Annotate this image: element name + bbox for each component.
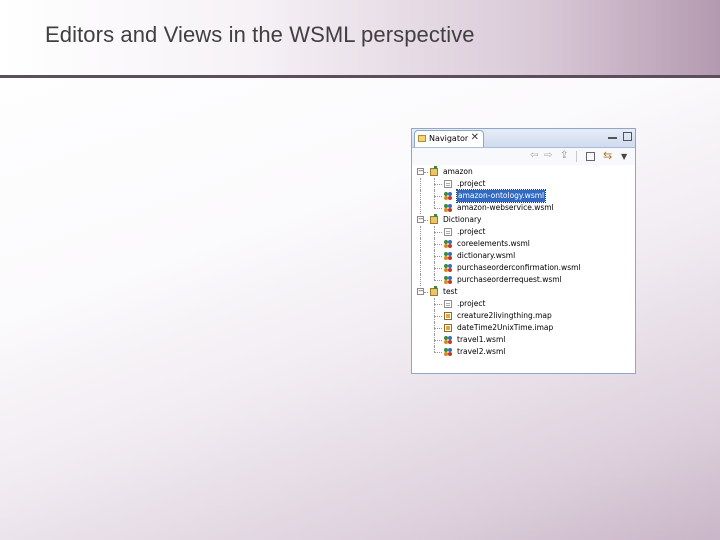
tree-file-row[interactable]: purchaseorderrequest.wsml: [412, 274, 635, 286]
wsml-file-icon: [444, 348, 452, 356]
tree-connector: [420, 262, 421, 274]
tree-connector: [420, 226, 421, 238]
project-folder-icon: [430, 286, 438, 296]
wsml-file-icon: [444, 336, 452, 344]
tree-connector: [434, 268, 442, 269]
tree-file-row[interactable]: .project: [412, 178, 635, 190]
toolbar-separator: [576, 151, 577, 162]
tree-file-label: coreelements.wsml: [457, 239, 530, 248]
tree-connector: [434, 196, 442, 197]
wsml-file-icon: [444, 276, 452, 284]
tree-collapse-toggle-icon[interactable]: −: [417, 216, 424, 223]
tree-connector: [434, 340, 442, 341]
tree-connector: [424, 220, 428, 221]
tree-connector: [420, 274, 421, 286]
tree-connector: [434, 328, 442, 329]
slide-title: Editors and Views in the WSML perspectiv…: [45, 22, 475, 47]
collapse-all-icon[interactable]: [586, 152, 595, 161]
tree-connector: [434, 352, 442, 353]
tree-file-row[interactable]: dictionary.wsml: [412, 250, 635, 262]
tree-file-row[interactable]: purchaseorderconfirmation.wsml: [412, 262, 635, 274]
file-icon: [444, 300, 452, 308]
tree-file-row[interactable]: .project: [412, 298, 635, 310]
tree-file-label-selected: amazon-ontology.wsml: [455, 189, 547, 203]
tree-connector: [434, 244, 442, 245]
tree-connector: [434, 208, 442, 209]
wsml-file-icon: [444, 192, 452, 200]
tree-project-row[interactable]: − amazon: [412, 166, 635, 178]
project-folder-icon: [430, 214, 438, 224]
tree-connector: [424, 172, 428, 173]
file-icon: [444, 180, 452, 188]
up-folder-icon[interactable]: ⇪: [560, 151, 568, 161]
tree-file-row[interactable]: creature2livingthing.map: [412, 310, 635, 322]
tree-connector: [434, 256, 442, 257]
tree-file-label: travel1.wsml: [457, 335, 506, 344]
tree-project-label: amazon: [443, 167, 473, 176]
navigator-tree: − amazon .project amazon-ontology.wsml amazo…: [412, 166, 635, 358]
tree-project-label: test: [443, 287, 458, 296]
tree-connector: [434, 280, 442, 281]
tree-file-label: purchaseorderrequest.wsml: [457, 275, 562, 284]
tree-file-row[interactable]: coreelements.wsml: [412, 238, 635, 250]
tree-file-label: .project: [457, 227, 486, 236]
file-icon: [444, 228, 452, 236]
project-folder-icon: [430, 166, 438, 176]
tree-project-row[interactable]: − test: [412, 286, 635, 298]
tree-file-row[interactable]: travel2.wsml: [412, 346, 635, 358]
minimize-icon[interactable]: [608, 132, 617, 139]
mapping-file-icon: [444, 312, 452, 320]
title-rule: [0, 75, 720, 78]
tree-file-label: amazon-webservice.wsml: [457, 203, 554, 212]
tree-project-label: Dictionary: [443, 215, 482, 224]
wsml-file-icon: [444, 204, 452, 212]
mapping-file-icon: [444, 324, 452, 332]
tree-file-label: .project: [457, 299, 486, 308]
close-icon[interactable]: ✕: [471, 132, 479, 143]
tree-collapse-toggle-icon[interactable]: −: [417, 288, 424, 295]
tree-file-label: travel2.wsml: [457, 347, 506, 356]
maximize-icon[interactable]: [623, 132, 632, 141]
wsml-file-icon: [444, 264, 452, 272]
wsml-file-icon: [444, 252, 452, 260]
tree-connector: [420, 238, 421, 250]
back-arrow-icon[interactable]: ⇦: [530, 151, 538, 161]
navigator-view[interactable]: Navigator ✕ ⇦ ⇨ ⇪ ⇆ ▼ − amazon .project ama…: [411, 128, 636, 374]
navigator-folder-icon: [418, 135, 426, 142]
view-tab-bar: Navigator ✕: [412, 129, 635, 148]
tree-file-label: creature2livingthing.map: [457, 311, 552, 320]
tree-connector: [420, 178, 421, 190]
tree-file-row[interactable]: dateTime2UnixTime.imap: [412, 322, 635, 334]
tree-file-label: .project: [457, 179, 486, 188]
tree-project-row[interactable]: − Dictionary: [412, 214, 635, 226]
tree-connector: [420, 202, 421, 214]
tree-connector: [424, 292, 428, 293]
tree-file-row[interactable]: travel1.wsml: [412, 334, 635, 346]
tree-file-label: dateTime2UnixTime.imap: [457, 323, 554, 332]
tree-connector: [420, 250, 421, 262]
tab-navigator[interactable]: Navigator ✕: [414, 130, 484, 147]
tree-connector: [434, 232, 442, 233]
tree-file-row[interactable]: .project: [412, 226, 635, 238]
tree-collapse-toggle-icon[interactable]: −: [417, 168, 424, 175]
link-with-editor-icon[interactable]: ⇆: [603, 150, 612, 161]
view-menu-chevron-down-icon[interactable]: ▼: [621, 152, 627, 162]
wsml-file-icon: [444, 240, 452, 248]
tree-file-label: purchaseorderconfirmation.wsml: [457, 263, 581, 272]
view-toolbar: ⇦ ⇨ ⇪ ⇆ ▼: [412, 148, 635, 165]
forward-arrow-icon[interactable]: ⇨: [544, 151, 552, 161]
tree-connector: [434, 316, 442, 317]
tree-connector: [420, 190, 421, 202]
tab-navigator-label: Navigator: [429, 134, 469, 143]
tree-file-row[interactable]: amazon-webservice.wsml: [412, 202, 635, 214]
tree-connector: [434, 184, 442, 185]
tree-file-label: dictionary.wsml: [457, 251, 516, 260]
tree-file-row[interactable]: amazon-ontology.wsml: [412, 189, 635, 203]
tree-connector: [434, 304, 442, 305]
